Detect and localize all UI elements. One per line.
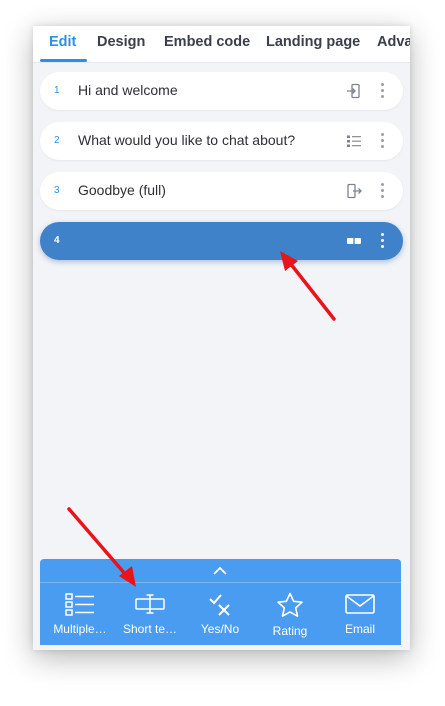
annotation-arrow-icon <box>280 251 336 321</box>
annotation-arrows <box>67 251 336 587</box>
annotation-arrow-icon <box>67 507 136 587</box>
